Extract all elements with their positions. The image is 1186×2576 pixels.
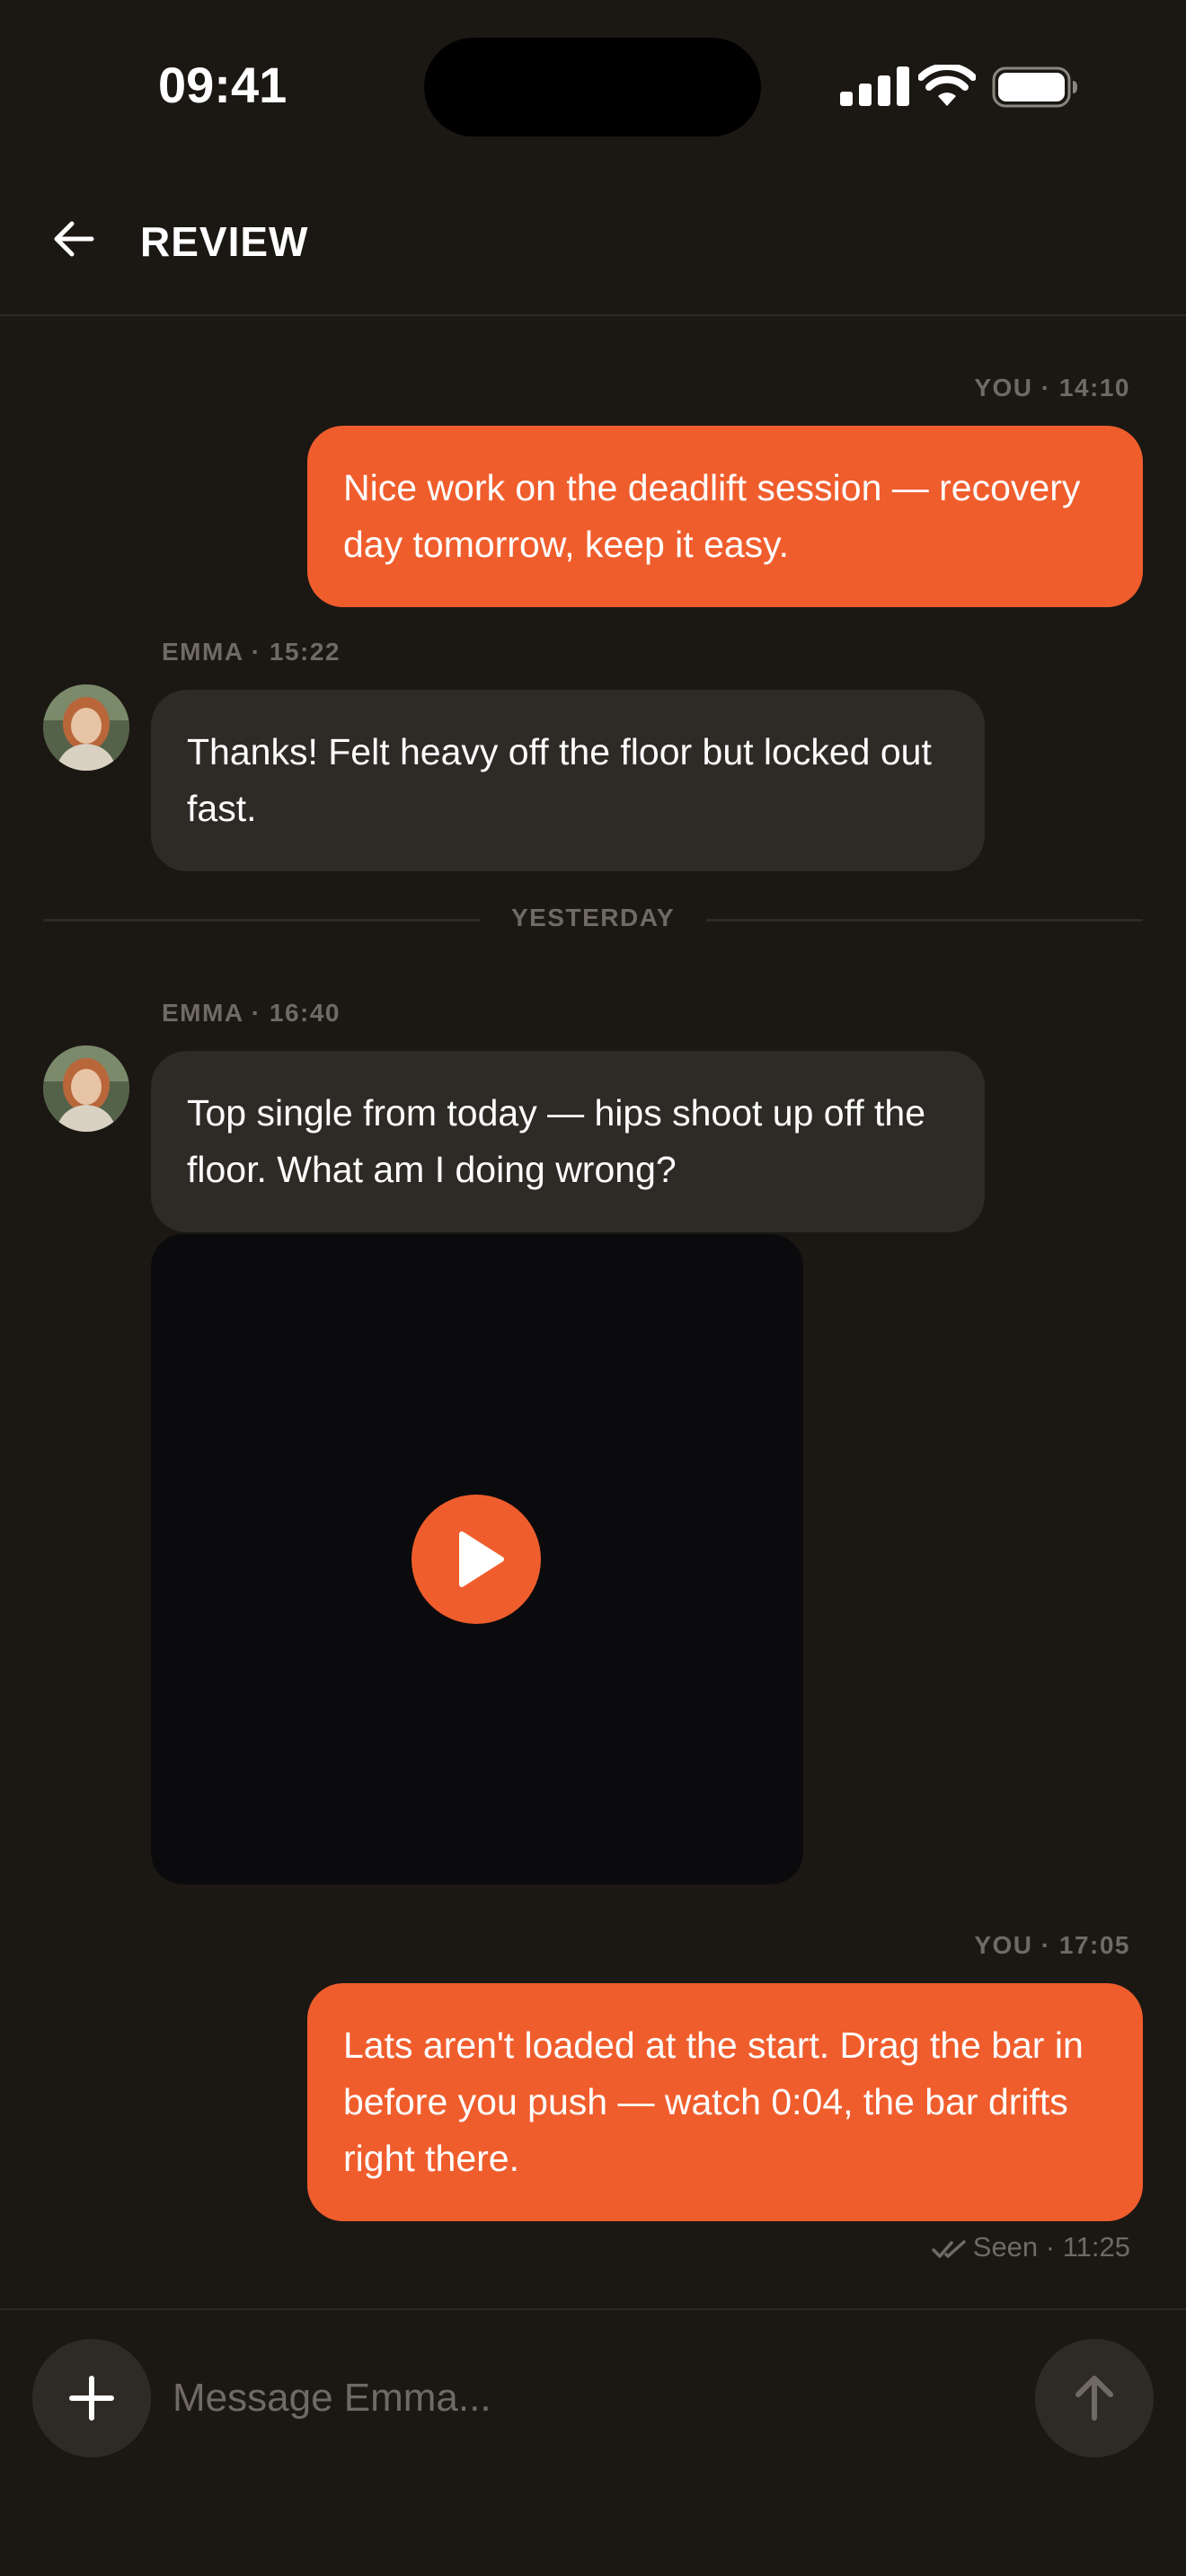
page-title: REVIEW: [140, 218, 309, 265]
battery-icon: [992, 66, 1077, 108]
wifi-icon: [918, 65, 976, 106]
message-meta: YOU · 17:05: [974, 1931, 1130, 1959]
message-bubble-incoming[interactable]: Top single from today — hips shoot up of…: [151, 1051, 985, 1232]
signal-icon: [840, 66, 909, 106]
divider-line: [706, 919, 1143, 922]
avatar-photo: [43, 1045, 129, 1132]
message-bubble-outgoing[interactable]: Lats aren't loaded at the start. Drag th…: [307, 1983, 1143, 2221]
message-meta: EMMA · 15:22: [162, 638, 341, 666]
avatar[interactable]: [43, 684, 129, 771]
play-button[interactable]: [412, 1495, 541, 1624]
dynamic-island: [424, 38, 761, 137]
divider-line: [43, 919, 480, 922]
read-receipt: Seen · 11:25: [932, 2231, 1130, 2263]
avatar[interactable]: [43, 1045, 129, 1132]
status-time: 09:41: [158, 57, 288, 113]
send-button[interactable]: [1035, 2339, 1154, 2457]
plus-icon: [69, 2376, 114, 2421]
double-check-icon: [932, 2240, 966, 2258]
attach-button[interactable]: [32, 2339, 151, 2457]
message-bubble-incoming[interactable]: Thanks! Felt heavy off the floor but loc…: [151, 690, 985, 871]
seen-text: Seen · 11:25: [972, 2231, 1130, 2263]
play-icon: [459, 1531, 504, 1587]
send-arrow-icon: [1075, 2376, 1113, 2421]
message-bubble-outgoing[interactable]: Nice work on the deadlift session — reco…: [307, 426, 1143, 607]
composer-bar: [0, 2308, 1186, 2576]
message-meta: EMMA · 16:40: [162, 999, 341, 1027]
message-meta: YOU · 14:10: [974, 374, 1130, 401]
date-divider: YESTERDAY: [510, 904, 676, 931]
avatar-photo: [43, 684, 129, 771]
message-input[interactable]: [173, 2366, 981, 2430]
back-arrow-icon[interactable]: [50, 216, 97, 262]
